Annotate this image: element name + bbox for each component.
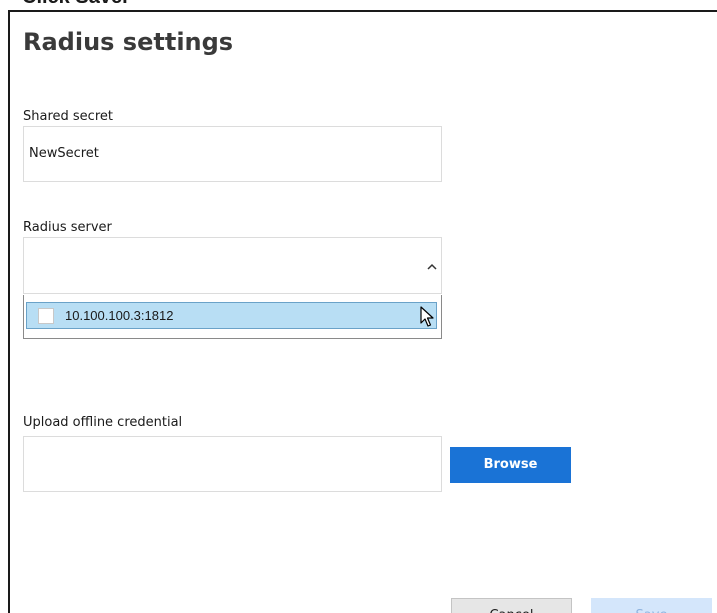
- cancel-button[interactable]: Cancel: [451, 598, 572, 613]
- option-label: 10.100.100.3:1812: [65, 308, 174, 323]
- upload-offline-credential-input[interactable]: [23, 436, 442, 492]
- shared-secret-label: Shared secret: [23, 109, 113, 124]
- save-button[interactable]: Save: [591, 598, 712, 613]
- instruction-caption: Click Save.: [22, 0, 128, 9]
- option-checkbox[interactable]: [38, 308, 54, 324]
- radius-server-label: Radius server: [23, 220, 112, 235]
- page: Click Save. Radius settings Shared secre…: [0, 0, 717, 613]
- dialog-title: Radius settings: [23, 28, 234, 56]
- radius-settings-dialog: Radius settings Shared secret NewSecret …: [8, 10, 717, 613]
- shared-secret-value: NewSecret: [29, 146, 99, 161]
- radius-server-select[interactable]: [23, 237, 442, 294]
- upload-offline-credential-label: Upload offline credential: [23, 415, 183, 430]
- mouse-pointer-icon: [420, 306, 434, 332]
- browse-button[interactable]: Browse: [450, 447, 571, 483]
- shared-secret-input[interactable]: NewSecret: [23, 126, 442, 182]
- radius-server-dropdown-list: 10.100.100.3:1812: [23, 295, 442, 339]
- radius-server-option[interactable]: 10.100.100.3:1812: [26, 302, 437, 329]
